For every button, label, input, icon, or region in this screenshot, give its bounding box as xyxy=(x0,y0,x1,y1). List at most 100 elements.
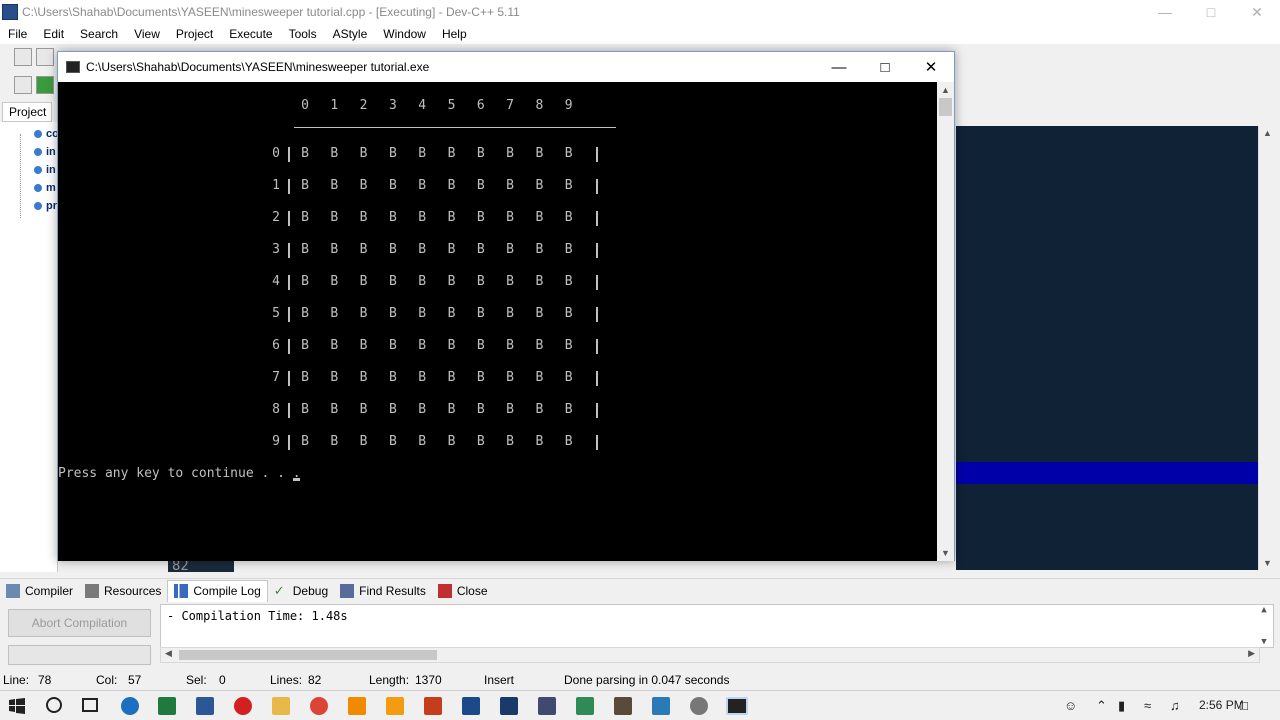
console-minimize-button[interactable]: — xyxy=(816,52,862,82)
tab-compile-log[interactable]: Compile Log xyxy=(167,579,268,602)
edge-icon[interactable] xyxy=(121,697,139,715)
compile-log-output[interactable]: - Compilation Time: 1.48s ▲ ▼ xyxy=(160,604,1274,648)
tab-resources[interactable]: Resources xyxy=(79,580,167,602)
console-maximize-button[interactable]: □ xyxy=(862,52,908,82)
chevron-up-icon[interactable]: ⌃ xyxy=(1096,698,1107,714)
tree-item[interactable]: in xyxy=(34,146,56,158)
log-horizontal-scrollbar[interactable]: ◀ ▶ xyxy=(160,647,1260,663)
run-icon[interactable] xyxy=(36,76,54,94)
board-cell: B xyxy=(447,146,456,161)
board-cell: B xyxy=(418,402,427,417)
row-label: 5 xyxy=(272,306,280,321)
app-icon[interactable] xyxy=(690,697,708,715)
tab-project[interactable]: Project xyxy=(2,102,52,122)
compile-log-chart-icon xyxy=(174,584,189,598)
board-cell: B xyxy=(564,306,573,321)
tree-item[interactable]: in xyxy=(34,164,56,176)
menu-search[interactable]: Search xyxy=(72,27,126,41)
scroll-down-icon[interactable]: ▼ xyxy=(1263,558,1272,568)
mail-icon[interactable] xyxy=(652,697,670,715)
menu-window[interactable]: Window xyxy=(375,27,434,41)
chrome-icon[interactable] xyxy=(310,697,328,715)
status-lines-value: 82 xyxy=(308,673,322,687)
app-icon[interactable] xyxy=(614,697,632,715)
tab-find-results[interactable]: Find Results xyxy=(334,580,432,602)
app-icon[interactable] xyxy=(538,697,556,715)
ide-close-button[interactable]: ✕ xyxy=(1234,0,1280,24)
menu-file[interactable]: File xyxy=(0,27,35,41)
tree-item[interactable]: m xyxy=(34,182,56,194)
word-icon[interactable] xyxy=(196,697,214,715)
abort-compilation-button[interactable]: Abort Compilation xyxy=(8,609,151,637)
scrollbar-thumb[interactable] xyxy=(939,98,952,116)
scroll-right-icon[interactable]: ▶ xyxy=(1248,648,1255,659)
board-cell: B xyxy=(418,146,427,161)
tab-close[interactable]: Close xyxy=(432,580,494,602)
console-output[interactable]: 0 1 2 3 4 5 6 7 8 9 0 B B B B B B B B B B 1 B B B B B B B B B B 2 B B B B B B B… xyxy=(58,82,938,561)
console-window[interactable]: C:\Users\Shahab\Documents\YASEEN\mineswe… xyxy=(57,51,955,561)
windows-start-icon[interactable] xyxy=(9,698,25,714)
column-header: 3 xyxy=(388,98,397,113)
column-header: 1 xyxy=(330,98,339,113)
scroll-up-icon[interactable]: ▲ xyxy=(1261,605,1266,615)
app-icon[interactable] xyxy=(386,697,404,715)
scroll-up-icon[interactable]: ▲ xyxy=(1263,128,1272,138)
board-cell: B xyxy=(388,338,397,353)
status-col-label: Col: xyxy=(96,673,118,687)
board-cell: B xyxy=(359,434,368,449)
menu-project[interactable]: Project xyxy=(168,27,221,41)
menu-edit[interactable]: Edit xyxy=(35,27,72,41)
console-titlebar[interactable]: C:\Users\Shahab\Documents\YASEEN\mineswe… xyxy=(58,52,954,82)
app-icon[interactable] xyxy=(500,697,518,715)
board-cell: B xyxy=(506,210,514,225)
menu-tools[interactable]: Tools xyxy=(281,27,325,41)
board-cell: B xyxy=(535,402,544,417)
ide-minimize-button[interactable]: — xyxy=(1142,0,1188,24)
console-scrollbar[interactable]: ▲ ▼ xyxy=(937,82,954,561)
file-explorer-icon[interactable] xyxy=(272,697,290,715)
editor-scrollbar[interactable]: ▲ ▼ xyxy=(1258,126,1276,570)
menu-help[interactable]: Help xyxy=(434,27,475,41)
code-editor[interactable] xyxy=(956,126,1260,570)
scroll-down-icon[interactable]: ▼ xyxy=(1261,637,1266,647)
menu-execute[interactable]: Execute xyxy=(221,27,280,41)
menu-view[interactable]: View xyxy=(126,27,168,41)
devcpp-taskbar-icon[interactable] xyxy=(462,697,480,715)
tree-item[interactable]: co xyxy=(34,128,59,140)
volume-icon[interactable]: ♫ xyxy=(1170,698,1180,713)
task-view-icon[interactable] xyxy=(82,698,98,712)
app-icon[interactable] xyxy=(576,697,594,715)
board-cell: B xyxy=(418,434,427,449)
tab-debug[interactable]: ✓ Debug xyxy=(268,580,334,602)
people-icon[interactable]: ☺ xyxy=(1064,698,1077,713)
cortana-icon[interactable] xyxy=(46,697,62,713)
powerpoint-icon[interactable] xyxy=(424,697,442,715)
battery-icon[interactable]: ▮ xyxy=(1118,698,1125,714)
tab-compiler[interactable]: Compiler xyxy=(0,580,79,602)
console-close-button[interactable]: ✕ xyxy=(908,52,954,82)
clock-time[interactable]: 2:56 PM xyxy=(1199,698,1244,712)
board-cell: B xyxy=(359,306,368,321)
notifications-icon[interactable]: □ xyxy=(1240,698,1248,713)
open-file-icon[interactable] xyxy=(36,48,54,66)
scroll-left-icon[interactable]: ◀ xyxy=(165,648,172,659)
vlc-icon[interactable] xyxy=(348,697,366,715)
new-file-icon[interactable] xyxy=(14,48,32,66)
scroll-up-icon[interactable]: ▲ xyxy=(937,83,954,97)
excel-icon[interactable] xyxy=(158,697,176,715)
board-cell: B xyxy=(564,242,573,257)
ide-maximize-button[interactable]: □ xyxy=(1188,0,1234,24)
scrollbar-thumb[interactable] xyxy=(179,650,437,660)
board-cell: B xyxy=(476,306,485,321)
board-cell: B xyxy=(506,434,514,449)
board-right-border xyxy=(596,179,598,194)
wifi-icon[interactable]: ≈ xyxy=(1144,698,1151,713)
statusbar: Line: 78 Col: 57 Sel: 0 Lines: 82 Length… xyxy=(0,670,1280,690)
console-taskbar-icon[interactable] xyxy=(726,697,748,715)
menu-astyle[interactable]: AStyle xyxy=(325,27,376,41)
board-cell: B xyxy=(301,402,309,417)
compile-icon[interactable] xyxy=(14,76,32,94)
opera-icon[interactable] xyxy=(234,697,252,715)
tree-item[interactable]: pr xyxy=(34,200,57,212)
scroll-down-icon[interactable]: ▼ xyxy=(937,546,954,560)
